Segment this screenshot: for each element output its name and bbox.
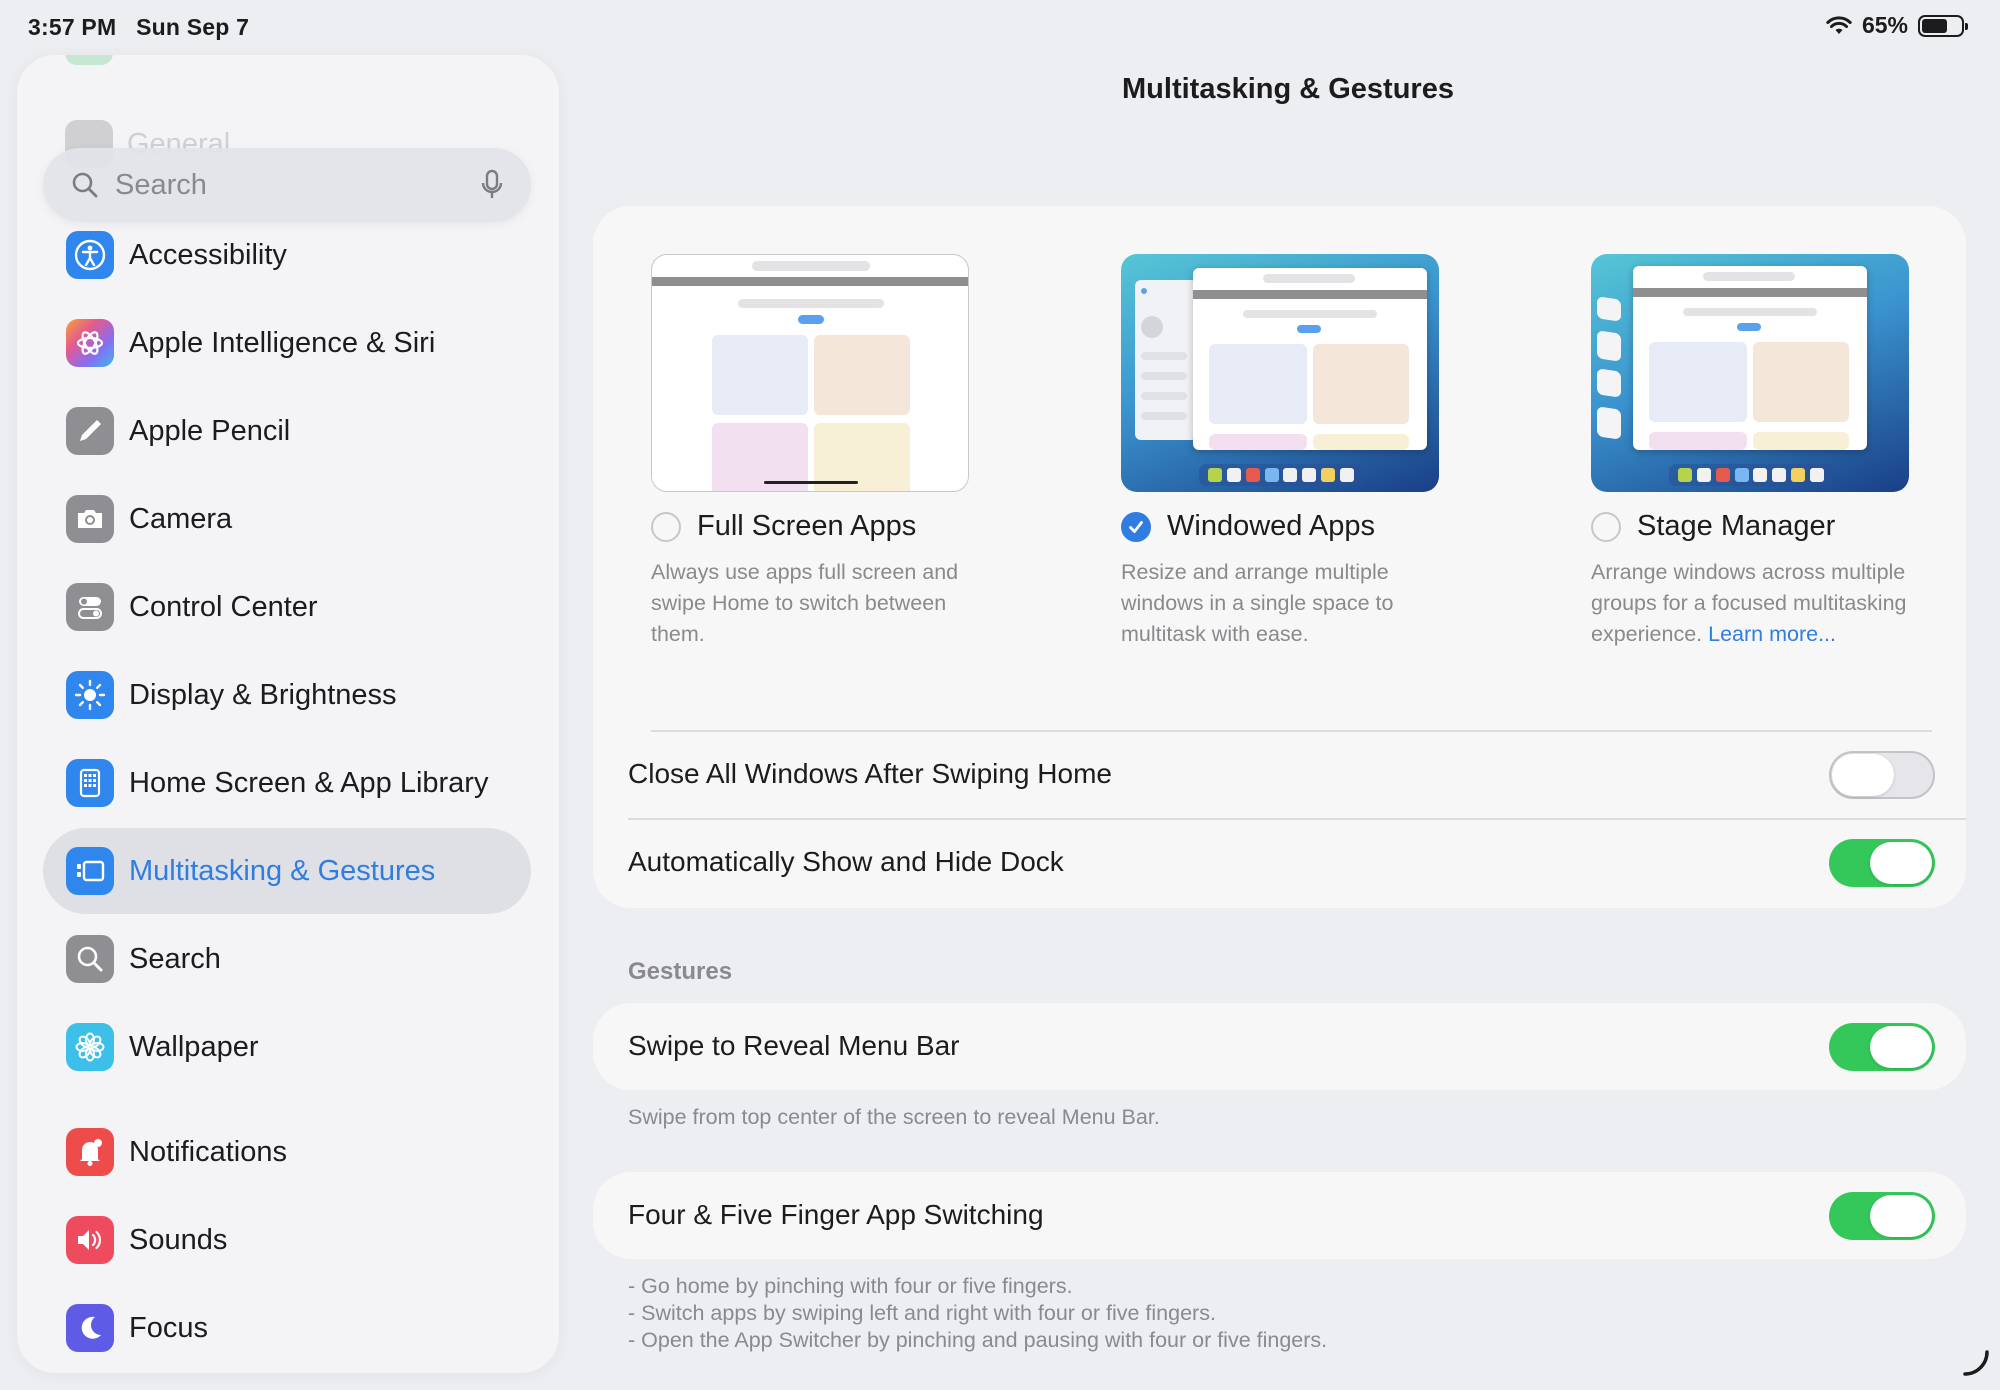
grid-icon bbox=[66, 759, 114, 807]
windowed-thumbnail bbox=[1121, 254, 1439, 492]
four-five-label: Four & Five Finger App Switching bbox=[628, 1199, 1044, 1230]
search-placeholder: Search bbox=[115, 168, 207, 201]
mode-full-screen[interactable]: Full Screen Apps Always use apps full sc… bbox=[651, 254, 969, 650]
close-windows-label: Close All Windows After Swiping Home bbox=[628, 758, 1112, 789]
moon-icon bbox=[66, 1304, 114, 1352]
stage-manager-thumbnail bbox=[1591, 254, 1909, 492]
swipe-menu-footnote: Swipe from top center of the screen to r… bbox=[628, 1105, 1160, 1129]
dock-preview bbox=[1669, 464, 1833, 486]
auto-dock-toggle[interactable] bbox=[1829, 839, 1935, 887]
sidebar: General Search Accessibility Apple Intel… bbox=[17, 55, 559, 1373]
learn-more-link[interactable]: Learn more... bbox=[1708, 622, 1836, 646]
auto-dock-label: Automatically Show and Hide Dock bbox=[628, 846, 1064, 877]
accessibility-icon bbox=[66, 231, 114, 279]
camera-icon bbox=[66, 495, 114, 543]
sidebar-item-control-center[interactable]: Control Center bbox=[43, 564, 531, 650]
swipe-menu-label: Swipe to Reveal Menu Bar bbox=[628, 1030, 960, 1061]
wifi-icon bbox=[1826, 15, 1852, 34]
resize-handle-icon[interactable] bbox=[1960, 1348, 1990, 1378]
sidebar-item-notifications[interactable]: Notifications bbox=[43, 1109, 531, 1195]
toggles-icon bbox=[66, 583, 114, 631]
full-screen-radio[interactable] bbox=[651, 511, 681, 542]
bell-icon bbox=[66, 1128, 114, 1176]
windowed-description: Resize and arrange multiple windows in a… bbox=[1121, 560, 1394, 646]
status-bar: 3:57 PM Sun Sep 7 65% bbox=[0, 0, 2000, 54]
search-icon bbox=[72, 172, 98, 198]
mode-card: Full Screen Apps Always use apps full sc… bbox=[593, 206, 1966, 908]
sidebar-item-apple-intelligence[interactable]: Apple Intelligence & Siri bbox=[43, 300, 531, 386]
sidebar-item-camera[interactable]: Camera bbox=[43, 476, 531, 562]
divider bbox=[628, 818, 1966, 820]
full-screen-description: Always use apps full screen and swipe Ho… bbox=[651, 560, 959, 646]
windowed-radio[interactable] bbox=[1121, 511, 1151, 542]
full-screen-thumbnail bbox=[651, 254, 969, 492]
stage-manager-radio[interactable] bbox=[1591, 511, 1621, 542]
microphone-icon[interactable] bbox=[481, 169, 503, 201]
search-field[interactable]: Search bbox=[43, 148, 531, 222]
swipe-menu-toggle[interactable] bbox=[1829, 1023, 1935, 1071]
mode-stage-manager[interactable]: Stage Manager Arrange windows across mul… bbox=[1591, 254, 1909, 650]
gestures-header: Gestures bbox=[628, 958, 733, 985]
dock-preview bbox=[1199, 464, 1363, 486]
four-five-footnote: - Go home by pinching with four or five … bbox=[628, 1274, 1328, 1352]
sidebar-item-accessibility[interactable]: Accessibility bbox=[43, 212, 531, 298]
checkmark-icon bbox=[1129, 520, 1143, 533]
sun-icon bbox=[66, 671, 114, 719]
speaker-icon bbox=[66, 1216, 114, 1264]
stage-manager-description: Arrange windows across multiple groups f… bbox=[1591, 560, 1907, 646]
scrolled-item-icon bbox=[65, 55, 113, 65]
pencil-icon bbox=[66, 407, 114, 455]
divider bbox=[651, 730, 1932, 732]
status-time: 3:57 PM Sun Sep 7 bbox=[28, 14, 250, 40]
sidebar-item-home-screen[interactable]: Home Screen & App Library bbox=[43, 740, 531, 826]
flower-icon bbox=[66, 1023, 114, 1071]
mode-windowed[interactable]: Windowed Apps Resize and arrange multipl… bbox=[1121, 254, 1439, 650]
sidebar-item-search[interactable]: Search bbox=[43, 916, 531, 1002]
battery-icon bbox=[1918, 14, 1968, 37]
sidebar-item-sounds[interactable]: Sounds bbox=[43, 1197, 531, 1283]
siri-icon bbox=[66, 319, 114, 367]
page-title: Multitasking & Gestures bbox=[1122, 73, 1454, 105]
battery-percent: 65% bbox=[1861, 12, 1908, 38]
sidebar-item-wallpaper[interactable]: Wallpaper bbox=[43, 1004, 531, 1090]
multitasking-icon bbox=[66, 847, 114, 895]
sidebar-item-multitasking[interactable]: Multitasking & Gestures bbox=[43, 828, 531, 914]
close-windows-toggle[interactable] bbox=[1829, 751, 1935, 799]
sidebar-item-display-brightness[interactable]: Display & Brightness bbox=[43, 652, 531, 738]
four-five-toggle[interactable] bbox=[1829, 1192, 1935, 1240]
search-icon bbox=[66, 935, 114, 983]
swipe-menu-row: Swipe to Reveal Menu Bar bbox=[593, 1003, 1966, 1090]
sidebar-item-apple-pencil[interactable]: Apple Pencil bbox=[43, 388, 531, 474]
sidebar-item-focus[interactable]: Focus bbox=[43, 1285, 531, 1371]
four-five-row: Four & Five Finger App Switching bbox=[593, 1172, 1966, 1259]
status-right: 65% bbox=[1826, 12, 1968, 39]
